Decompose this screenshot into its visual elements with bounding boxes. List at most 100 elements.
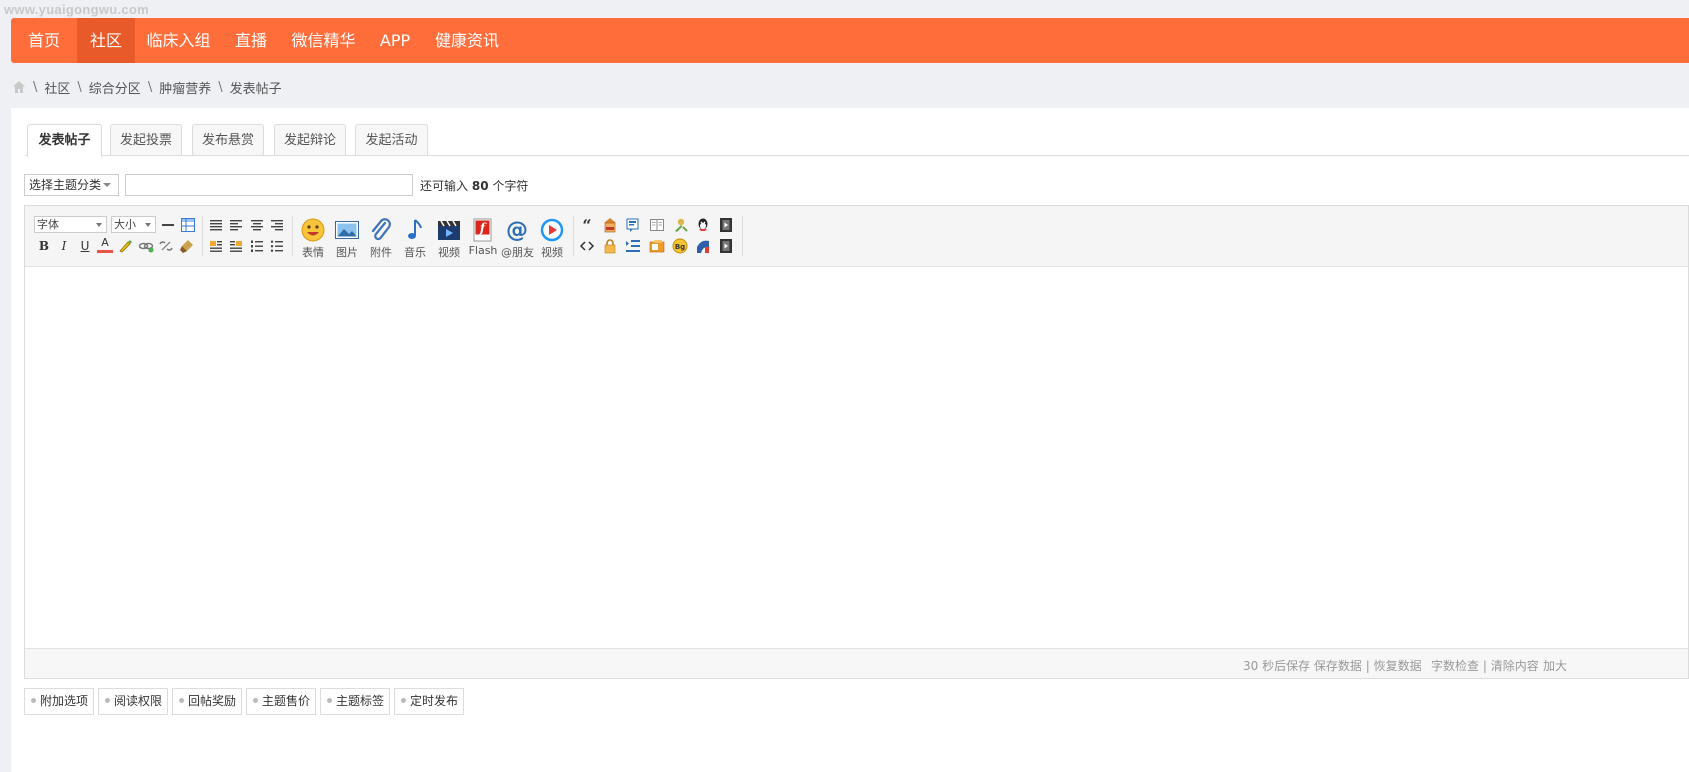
nav-item-home[interactable]: 首页	[11, 18, 77, 63]
film-icon[interactable]	[718, 238, 734, 254]
option-additional[interactable]: 附加选项	[24, 688, 94, 715]
align-justify-icon[interactable]	[208, 217, 224, 233]
align-center-icon[interactable]	[249, 217, 265, 233]
breadcrumb-general-section[interactable]: 综合分区	[89, 78, 141, 97]
align-left-icon[interactable]	[228, 217, 244, 233]
mention-friend-button[interactable]: @ @朋友	[501, 217, 534, 260]
horizontal-rule-icon[interactable]	[160, 217, 176, 233]
nav-item-clinical-trials[interactable]: 临床入组	[135, 18, 222, 63]
option-topic-price-label: 主题售价	[262, 694, 311, 708]
code-icon[interactable]	[579, 238, 595, 254]
option-scheduled-publish[interactable]: 定时发布	[394, 688, 464, 715]
music-note-icon	[408, 219, 422, 239]
breadcrumb-separator: \	[218, 79, 223, 95]
bullet-dot-icon	[327, 698, 332, 703]
breadcrumb-current-page: 发表帖子	[229, 81, 282, 97]
option-topic-tags[interactable]: 主题标签	[320, 688, 390, 715]
media-box-icon[interactable]	[649, 238, 665, 254]
video-label: 视频	[438, 246, 460, 259]
float-left-icon[interactable]	[208, 238, 224, 254]
option-topic-tags-label: 主题标签	[336, 694, 385, 708]
underline-button[interactable]: U	[77, 238, 93, 254]
page-break-icon[interactable]	[649, 217, 665, 233]
restore-data-link[interactable]: 恢复数据	[1374, 659, 1422, 673]
lock-icon[interactable]	[602, 238, 618, 254]
nav-item-app[interactable]: APP	[367, 18, 423, 63]
float-right-icon[interactable]	[228, 238, 244, 254]
at-sign-icon: @	[506, 218, 528, 243]
free-content-icon[interactable]	[602, 217, 618, 233]
tab-new-activity[interactable]: 发起活动	[355, 124, 428, 155]
align-right-icon[interactable]	[269, 217, 285, 233]
word-tools: 字数检查 | 清除内容	[1431, 657, 1539, 674]
topic-type-select-value: 选择主题分类	[29, 178, 102, 192]
italic-button[interactable]: I	[56, 238, 72, 254]
font-color-button[interactable]: A	[97, 236, 113, 253]
topic-type-select[interactable]: 选择主题分类	[24, 174, 119, 196]
tab-new-debate[interactable]: 发起辩论	[274, 124, 346, 155]
film-icon[interactable]	[718, 217, 734, 233]
indent-icon[interactable]	[625, 238, 641, 254]
unordered-list-icon[interactable]	[269, 238, 285, 254]
bullet-dot-icon	[179, 698, 184, 703]
online-video-label: 视频	[541, 246, 563, 259]
hide-content-icon[interactable]	[625, 217, 641, 233]
bold-button[interactable]: B	[36, 238, 52, 254]
breadcrumb-separator: \	[147, 79, 153, 95]
image-button[interactable]: 图片	[331, 217, 363, 260]
option-read-permission[interactable]: 阅读权限	[98, 688, 168, 715]
emoji-label: 表情	[302, 246, 324, 259]
svg-text:@: @	[506, 218, 528, 243]
online-video-button[interactable]: 视频	[536, 217, 568, 260]
editor-content-area[interactable]	[25, 267, 1688, 649]
tab-new-poll[interactable]: 发起投票	[110, 124, 182, 155]
home-icon[interactable]	[12, 80, 26, 94]
attachment-button[interactable]: 附件	[365, 217, 397, 260]
tab-new-post[interactable]: 发表帖子	[27, 124, 102, 157]
word-count-check-link[interactable]: 字数检查	[1431, 659, 1479, 673]
bullet-dot-icon	[105, 698, 110, 703]
enlarge-editor-link[interactable]: 加大	[1543, 657, 1567, 674]
clear-content-link[interactable]: 清除内容	[1491, 659, 1539, 673]
toolbar-separator	[742, 216, 743, 256]
nav-item-live[interactable]: 直播	[222, 18, 280, 63]
background-color-icon[interactable]: Bg	[672, 238, 688, 254]
font-size-select[interactable]: 大小	[111, 216, 156, 233]
music-button[interactable]: 音乐	[399, 217, 431, 260]
image-icon	[335, 221, 359, 239]
nav-item-health-news[interactable]: 健康资讯	[423, 18, 511, 63]
toolbar-separator	[292, 216, 293, 256]
qq-icon[interactable]	[695, 217, 711, 233]
breadcrumb-tumor-nutrition[interactable]: 肿瘤营养	[159, 78, 211, 97]
flash-icon: f	[473, 218, 492, 242]
font-family-select[interactable]: 字体	[34, 216, 107, 233]
nav-item-wechat-highlights[interactable]: 微信精华	[280, 18, 367, 63]
subject-input[interactable]	[125, 174, 413, 196]
user-key-icon[interactable]	[672, 217, 688, 233]
font-family-select-value: 字体	[37, 218, 59, 231]
nav-item-community[interactable]: 社区	[77, 18, 135, 63]
option-topic-price[interactable]: 主题售价	[246, 688, 316, 715]
clear-format-icon[interactable]	[179, 238, 195, 254]
quote-icon[interactable]: “	[579, 217, 595, 233]
status-divider: |	[1482, 659, 1487, 673]
post-panel: 发表帖子 发起投票 发布悬赏 发起辩论 发起活动 选择主题分类 还可输入 80 …	[11, 108, 1689, 772]
ordered-list-icon[interactable]	[249, 238, 265, 254]
option-scheduled-publish-label: 定时发布	[410, 694, 459, 708]
option-reply-reward-label: 回帖奖励	[188, 694, 237, 708]
tab-new-reward[interactable]: 发布悬赏	[192, 124, 264, 155]
link-icon[interactable]	[138, 238, 154, 254]
option-reply-reward[interactable]: 回帖奖励	[172, 688, 242, 715]
breadcrumb-community[interactable]: 社区	[44, 78, 70, 97]
flash-button[interactable]: f Flash	[467, 217, 499, 257]
emoji-button[interactable]: 表情	[297, 217, 329, 260]
char-hint-count: 80	[471, 179, 489, 193]
video-button[interactable]: 视频	[433, 217, 465, 260]
flip-icon[interactable]	[695, 238, 711, 254]
svg-text:Bg: Bg	[675, 243, 685, 251]
unlink-icon[interactable]	[158, 238, 174, 254]
highlight-icon[interactable]	[117, 238, 133, 254]
save-data-link[interactable]: 保存数据	[1314, 659, 1362, 673]
attachment-label: 附件	[370, 246, 392, 259]
table-icon[interactable]	[180, 217, 196, 233]
